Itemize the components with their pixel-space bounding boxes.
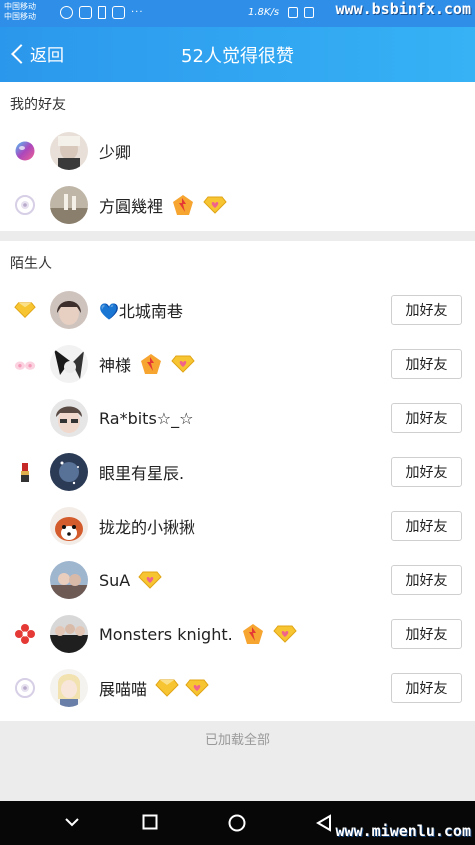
- battery-small-icon: [98, 6, 106, 19]
- eye-ring-icon: [14, 195, 36, 215]
- friends-section: 我的好友 少卿 方圓幾裡: [0, 82, 475, 231]
- avatar[interactable]: [50, 399, 88, 437]
- avatar[interactable]: [50, 507, 88, 545]
- name-wrap: Ra*bits☆_☆: [99, 391, 193, 445]
- stranger-name: 展喵喵: [99, 680, 148, 699]
- list-item[interactable]: 方圓幾裡: [0, 178, 475, 232]
- pink-ears-icon: [14, 354, 36, 374]
- fire-badge-icon: [171, 194, 195, 216]
- name-wrap: Monsters knight.: [99, 607, 297, 661]
- friend-name: 方圓幾裡: [99, 197, 164, 216]
- status-bar: 中国移动 中国移动 ··· 1.8K/s www.bsbinfx.com: [0, 0, 475, 27]
- notification-icon: [60, 6, 73, 19]
- stranger-name: 眼里有星辰.: [99, 464, 185, 483]
- list-item[interactable]: 💙北城南巷 加好友: [0, 283, 475, 337]
- back-nav-icon[interactable]: [316, 814, 332, 832]
- app-icon: [112, 6, 125, 19]
- stranger-name: Monsters knight.: [99, 624, 233, 644]
- name-wrap: 神様: [99, 337, 195, 391]
- avatar[interactable]: [50, 291, 88, 329]
- name-wrap: 💙北城南巷: [99, 283, 183, 337]
- lipstick-icon: [14, 462, 36, 482]
- avatar[interactable]: [50, 669, 88, 707]
- name-wrap: 少卿: [99, 124, 131, 178]
- fire-badge-icon: [241, 623, 265, 645]
- name-wrap: 拢龙的小揪揪: [99, 499, 195, 553]
- list-item[interactable]: Monsters knight. 加好友: [0, 607, 475, 661]
- list-item[interactable]: Ra*bits☆_☆ 加好友: [0, 391, 475, 445]
- name-wrap: 方圓幾裡: [99, 178, 227, 232]
- carrier-label: 中国移动 中国移动: [4, 2, 36, 22]
- add-friend-button[interactable]: 加好友: [391, 349, 462, 379]
- list-item[interactable]: 拢龙的小揪揪 加好友: [0, 499, 475, 553]
- avatar[interactable]: [50, 615, 88, 653]
- add-friend-button[interactable]: 加好友: [391, 457, 462, 487]
- notification-icons: ···: [60, 6, 144, 19]
- diamond-badge-icon: [14, 300, 36, 320]
- friends-header: 我的好友: [10, 97, 66, 113]
- avatar[interactable]: [50, 345, 88, 383]
- recent-apps-icon[interactable]: [142, 814, 158, 830]
- list-item[interactable]: 眼里有星辰. 加好友: [0, 445, 475, 499]
- watermark-bottom: www.miwenlu.com: [335, 822, 471, 840]
- avatar[interactable]: [50, 453, 88, 491]
- page-title: 52人觉得很赞: [181, 46, 294, 67]
- fire-badge-icon: [139, 353, 163, 375]
- avatar[interactable]: [50, 561, 88, 599]
- stranger-name: 💙北城南巷: [99, 302, 183, 321]
- name-wrap: SuA: [99, 553, 162, 607]
- add-friend-button[interactable]: 加好友: [391, 619, 462, 649]
- add-friend-button[interactable]: 加好友: [391, 295, 462, 325]
- stranger-name: SuA: [99, 570, 131, 590]
- qq-icon: [79, 6, 92, 19]
- diamond-badge-icon: [138, 571, 162, 589]
- alarm-icon: [304, 7, 314, 18]
- avatar[interactable]: [50, 186, 88, 224]
- add-friend-button[interactable]: 加好友: [391, 403, 462, 433]
- carrier-line-1: 中国移动: [4, 2, 36, 11]
- chevron-down-icon[interactable]: [64, 816, 80, 828]
- list-item[interactable]: 展喵喵 加好友: [0, 661, 475, 715]
- watermark-top: www.bsbinfx.com: [335, 0, 471, 18]
- stranger-name: 拢龙的小揪揪: [99, 518, 196, 537]
- name-wrap: 展喵喵: [99, 661, 209, 715]
- home-icon[interactable]: [228, 814, 246, 832]
- diamond-badge-icon: [203, 196, 227, 214]
- status-icons: [288, 7, 314, 18]
- strangers-header: 陌生人: [10, 256, 52, 272]
- carrier-line-2: 中国移动: [4, 12, 36, 21]
- net-speed: 1.8K/s: [248, 7, 280, 18]
- load-complete-text: 已加载全部: [204, 733, 270, 748]
- nav-bar: 返回 52人觉得很赞: [0, 27, 475, 82]
- friend-name: 少卿: [99, 143, 132, 162]
- avatar[interactable]: [50, 132, 88, 170]
- list-item[interactable]: 神様 加好友: [0, 337, 475, 391]
- stranger-name: 神様: [99, 356, 132, 375]
- list-item[interactable]: 少卿: [0, 124, 475, 178]
- list-item[interactable]: SuA 加好友: [0, 553, 475, 607]
- vibrate-icon: [288, 7, 298, 18]
- add-friend-button[interactable]: 加好友: [391, 511, 462, 541]
- name-wrap: 眼里有星辰.: [99, 445, 184, 499]
- diamond-badge-icon: [273, 625, 297, 643]
- diamond-badge-icon: [171, 355, 195, 373]
- strangers-section: 陌生人 💙北城南巷 加好友 神様 加好友 Ra*bits☆_☆ 加好友 眼里有星…: [0, 241, 475, 721]
- add-friend-button[interactable]: 加好友: [391, 565, 462, 595]
- diamond-badge-icon: [185, 679, 209, 697]
- purple-bubble-icon: [14, 141, 36, 161]
- eye-ring-icon: [14, 678, 36, 698]
- diamond-badge-icon: [155, 679, 179, 697]
- more-icon: ···: [131, 7, 144, 18]
- red-knot-icon: [14, 624, 36, 644]
- stranger-name: Ra*bits☆_☆: [99, 408, 194, 428]
- add-friend-button[interactable]: 加好友: [391, 673, 462, 703]
